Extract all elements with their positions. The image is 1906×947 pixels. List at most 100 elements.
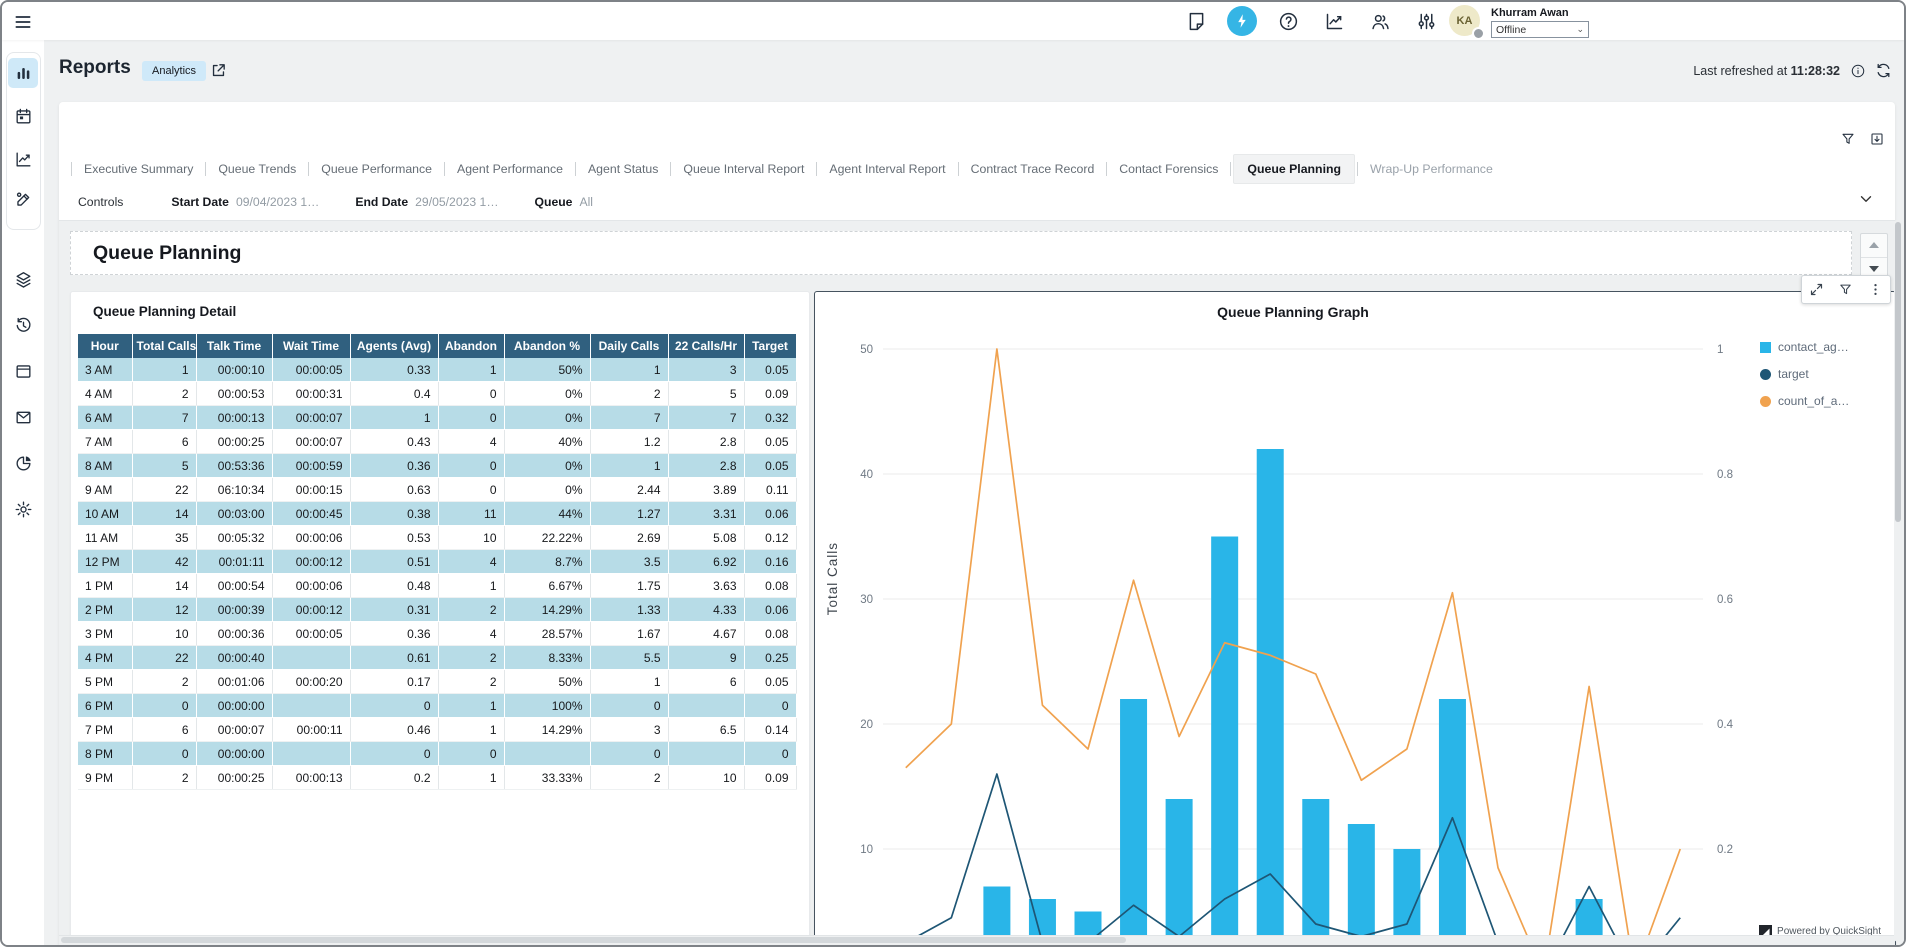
table-cell[interactable]: 8 PM [78,742,132,766]
table-cell[interactable]: 0.05 [744,430,796,454]
legend-item-target[interactable]: target [1760,367,1849,381]
table-cell[interactable]: 0% [504,478,590,502]
table-cell[interactable]: 00:00:07 [196,718,272,742]
table-cell[interactable]: 33.33% [504,766,590,790]
table-cell[interactable]: 0.16 [744,550,796,574]
horizontal-scrollbar-thumb[interactable] [61,937,1126,943]
sidebar-item-settings-icon[interactable] [8,494,38,524]
table-cell[interactable]: 2 [438,646,504,670]
table-cell[interactable]: 8.7% [504,550,590,574]
table-cell[interactable]: 14.29% [504,718,590,742]
table-cell[interactable]: 2 [590,766,668,790]
table-cell[interactable]: 00:53:36 [196,454,272,478]
table-cell[interactable] [272,646,350,670]
chart-bar[interactable] [1211,537,1238,947]
table-cell[interactable]: 11 AM [78,526,132,550]
table-cell[interactable]: 00:00:05 [272,358,350,382]
table-cell[interactable]: 00:00:12 [272,598,350,622]
table-cell[interactable]: 3.5 [590,550,668,574]
column-header[interactable]: 22 Calls/Hr [668,334,744,358]
table-cell[interactable]: 8 AM [78,454,132,478]
table-cell[interactable]: 0 [744,742,796,766]
table-cell[interactable]: 00:00:36 [196,622,272,646]
table-cell[interactable]: 00:00:13 [272,766,350,790]
table-cell[interactable]: 4 PM [78,646,132,670]
control-value[interactable]: All [579,195,593,209]
tab-contact-forensics[interactable]: Contact Forensics [1109,155,1228,183]
table-cell[interactable]: 4 AM [78,382,132,406]
table-cell[interactable]: 1 [590,358,668,382]
table-cell[interactable]: 0.09 [744,382,796,406]
table-cell[interactable]: 0 [132,694,196,718]
table-cell[interactable]: 1 [132,358,196,382]
vertical-scrollbar[interactable] [1894,220,1902,942]
table-cell[interactable]: 14.29% [504,598,590,622]
table-cell[interactable]: 7 [590,406,668,430]
tab-queue-interval-report[interactable]: Queue Interval Report [673,155,814,183]
table-cell[interactable]: 4 [438,622,504,646]
tab-wrap-up-performance[interactable]: Wrap-Up Performance [1360,155,1503,183]
queue-planning-chart[interactable]: 100.2200.4300.6400.8501 [815,292,1893,947]
table-cell[interactable]: 0.17 [350,670,438,694]
table-cell[interactable]: 5 [132,454,196,478]
refresh-icon[interactable] [1875,62,1892,79]
table-cell[interactable]: 1.2 [590,430,668,454]
control-queue[interactable]: QueueAll [535,195,593,209]
table-cell[interactable]: 6 AM [78,406,132,430]
table-cell[interactable]: 00:00:40 [196,646,272,670]
table-cell[interactable]: 2 PM [78,598,132,622]
chart-bar[interactable] [1439,699,1466,947]
table-cell[interactable]: 00:00:20 [272,670,350,694]
table-cell[interactable]: 00:00:10 [196,358,272,382]
agent-status-select[interactable]: Offline ⌄ [1491,21,1589,38]
kebab-menu-icon[interactable] [1867,282,1883,298]
sidebar-item-pie-chart-icon[interactable] [8,448,38,478]
chart-bar[interactable] [1120,699,1147,947]
column-header[interactable]: Hour [78,334,132,358]
table-cell[interactable]: 10 [132,622,196,646]
table-cell[interactable]: 0.63 [350,478,438,502]
sidebar-item-layers-icon[interactable] [8,264,38,294]
sidebar-item-mail-icon[interactable] [8,402,38,432]
help-icon[interactable] [1277,10,1299,32]
table-cell[interactable]: 2.69 [590,526,668,550]
table-cell[interactable]: 0.38 [350,502,438,526]
table-cell[interactable]: 3 [590,718,668,742]
table-cell[interactable]: 6 [668,670,744,694]
table-cell[interactable]: 00:00:06 [272,574,350,598]
sidebar-item-history-icon[interactable] [8,310,38,340]
table-cell[interactable]: 10 [438,526,504,550]
table-cell[interactable] [668,694,744,718]
hamburger-menu-icon[interactable] [12,11,34,33]
control-value[interactable]: 29/05/2023 1… [415,195,498,209]
sidebar-item-calendar-icon[interactable] [8,101,38,131]
table-cell[interactable]: 1 [438,358,504,382]
vertical-scrollbar-thumb[interactable] [1895,222,1901,522]
table-cell[interactable]: 00:00:06 [272,526,350,550]
scroll-up-button[interactable] [1861,234,1887,258]
table-cell[interactable]: 0.05 [744,670,796,694]
table-cell[interactable]: 7 [132,406,196,430]
table-cell[interactable]: 7 PM [78,718,132,742]
chart-bar[interactable] [1166,799,1193,947]
maximize-icon[interactable] [1809,282,1825,298]
count-of-a--line[interactable] [906,349,1680,947]
table-cell[interactable]: 4 [438,430,504,454]
table-cell[interactable]: 3.89 [668,478,744,502]
legend-item-contact-ag-[interactable]: contact_ag… [1760,340,1849,354]
table-cell[interactable]: 2.44 [590,478,668,502]
table-cell[interactable]: 0.08 [744,574,796,598]
chart-bar[interactable] [1257,449,1284,947]
table-cell[interactable]: 0 [132,742,196,766]
table-cell[interactable]: 1 [438,718,504,742]
table-cell[interactable]: 2 [132,670,196,694]
table-cell[interactable]: 2.8 [668,430,744,454]
table-cell[interactable]: 00:00:25 [196,766,272,790]
table-cell[interactable]: 0.61 [350,646,438,670]
table-cell[interactable]: 1.67 [590,622,668,646]
table-cell[interactable]: 0.48 [350,574,438,598]
column-header[interactable]: Agents (Avg) [350,334,438,358]
table-cell[interactable]: 9 AM [78,478,132,502]
table-cell[interactable]: 12 PM [78,550,132,574]
table-cell[interactable] [668,742,744,766]
